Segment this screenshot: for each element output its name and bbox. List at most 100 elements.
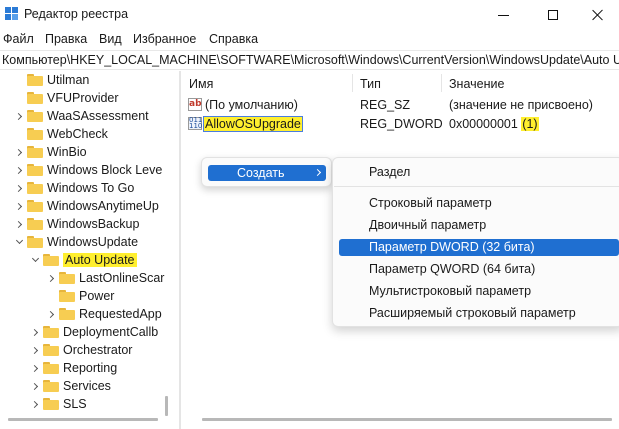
folder-icon xyxy=(27,146,43,158)
tree-item[interactable]: WebCheck xyxy=(15,125,108,143)
column-header-type[interactable]: Тип xyxy=(360,77,381,91)
tree-item[interactable]: Power xyxy=(47,287,114,305)
submenu-item-string[interactable]: Строковый параметр xyxy=(339,195,619,212)
pane-splitter[interactable] xyxy=(179,71,181,429)
submenu-item-label: Двоичный параметр xyxy=(369,218,487,232)
folder-icon xyxy=(27,236,43,248)
value-type: REG_SZ xyxy=(360,98,411,112)
tree-item[interactable]: WaaSAssessment xyxy=(15,107,149,125)
chevron-right-icon[interactable] xyxy=(15,220,24,229)
tree-item-label: Power xyxy=(79,289,115,303)
registry-tree[interactable]: Utilman VFUProvider WaaSAssessment WebCh… xyxy=(0,71,178,429)
minimize-icon xyxy=(497,14,509,16)
create-submenu: Раздел Строковый параметр Двоичный парам… xyxy=(332,157,619,327)
submenu-item-binary[interactable]: Двоичный параметр xyxy=(339,217,619,234)
tree-item[interactable]: Services xyxy=(31,377,111,395)
tree-item[interactable]: WindowsBackup xyxy=(15,215,139,233)
folder-icon xyxy=(43,326,59,338)
folder-icon xyxy=(27,218,43,230)
column-header-value[interactable]: Значение xyxy=(449,77,504,91)
registry-editor-icon xyxy=(5,7,19,21)
tree-item-selected[interactable]: Auto Update xyxy=(31,251,137,269)
tree-item[interactable]: WindowsUpdate xyxy=(15,233,138,251)
tree-item[interactable]: Windows To Go xyxy=(15,179,134,197)
chevron-right-icon[interactable] xyxy=(31,382,40,391)
column-divider[interactable] xyxy=(441,74,442,92)
tree-item[interactable]: DeploymentCallb xyxy=(31,323,158,341)
submenu-item-qword[interactable]: Параметр QWORD (64 бита) xyxy=(339,261,619,278)
chevron-right-icon[interactable] xyxy=(15,202,24,211)
chevron-right-icon[interactable] xyxy=(31,328,40,337)
folder-icon xyxy=(27,164,43,176)
folder-icon xyxy=(59,272,75,284)
tree-item[interactable]: WindowsAnytimeUp xyxy=(15,197,159,215)
chevron-right-icon[interactable] xyxy=(31,346,40,355)
list-horizontal-scrollbar[interactable] xyxy=(202,418,612,421)
chevron-right-icon[interactable] xyxy=(15,166,24,175)
value-name[interactable]: (По умолчанию) xyxy=(205,98,298,112)
value-data: (значение не присвоено) xyxy=(449,98,593,112)
submenu-item-expandable-string[interactable]: Расширяемый строковый параметр xyxy=(339,305,619,322)
close-icon xyxy=(592,9,604,21)
value-data-decimal: (1) xyxy=(521,117,539,131)
tree-item[interactable]: LastOnlineScar xyxy=(47,269,164,287)
create-menu-item[interactable]: Создать xyxy=(208,165,326,181)
tree-item[interactable]: RequestedApp xyxy=(47,305,162,323)
tree-item[interactable]: Reporting xyxy=(31,359,117,377)
menu-view[interactable]: Вид xyxy=(99,32,122,46)
chevron-right-icon[interactable] xyxy=(31,400,40,409)
context-menu: Создать xyxy=(201,157,332,187)
binary-value-icon: 011 110 xyxy=(188,116,203,130)
tree-item-label: Services xyxy=(63,379,111,393)
chevron-down-icon[interactable] xyxy=(31,256,40,265)
submenu-item-key[interactable]: Раздел xyxy=(339,164,619,181)
value-name-selected[interactable]: AllowOSUpgrade xyxy=(203,116,303,132)
menu-edit[interactable]: Правка xyxy=(45,32,87,46)
submenu-item-label: Раздел xyxy=(369,165,411,179)
tree-horizontal-scrollbar[interactable] xyxy=(8,418,158,421)
create-menu-label: Создать xyxy=(237,166,285,180)
chevron-right-icon[interactable] xyxy=(15,112,24,121)
chevron-down-icon[interactable] xyxy=(15,238,24,247)
address-path: Компьютер\HKEY_LOCAL_MACHINE\SOFTWARE\Mi… xyxy=(2,53,619,67)
submenu-item-dword[interactable]: Параметр DWORD (32 бита) xyxy=(339,239,619,256)
tree-item-label: WaaSAssessment xyxy=(47,109,149,123)
tree-item[interactable]: Utilman xyxy=(15,71,89,89)
folder-icon xyxy=(27,200,43,212)
menu-bar: Файл Правка Вид Избранное Справка xyxy=(0,30,619,50)
tree-item-label: WindowsAnytimeUp xyxy=(47,199,159,213)
menu-file[interactable]: Файл xyxy=(3,32,34,46)
menu-help[interactable]: Справка xyxy=(209,32,258,46)
folder-icon xyxy=(43,380,59,392)
maximize-icon xyxy=(548,10,558,20)
address-bar[interactable]: Компьютер\HKEY_LOCAL_MACHINE\SOFTWARE\Mi… xyxy=(0,50,619,70)
chevron-right-icon[interactable] xyxy=(15,148,24,157)
column-divider[interactable] xyxy=(352,74,353,92)
chevron-right-icon xyxy=(313,168,322,177)
tree-item-label: Windows Block Leve xyxy=(47,163,163,177)
close-button[interactable] xyxy=(575,0,619,30)
tree-item-label: WindowsBackup xyxy=(47,217,140,231)
column-header-name[interactable]: Имя xyxy=(189,77,213,91)
maximize-button[interactable] xyxy=(530,0,576,30)
tree-item-label: RequestedApp xyxy=(79,307,162,321)
tree-vertical-scrollbar[interactable] xyxy=(165,396,168,416)
folder-icon xyxy=(27,92,43,104)
tree-item[interactable]: Orchestrator xyxy=(31,341,132,359)
tree-item-label: Utilman xyxy=(47,73,90,87)
tree-item[interactable]: Windows Block Leve xyxy=(15,161,162,179)
submenu-item-label: Параметр DWORD (32 бита) xyxy=(369,240,535,254)
tree-item[interactable]: WinBio xyxy=(15,143,87,161)
tree-item[interactable]: SLS xyxy=(31,395,87,413)
tree-item[interactable]: VFUProvider xyxy=(15,89,119,107)
folder-icon xyxy=(27,110,43,122)
menu-favorites[interactable]: Избранное xyxy=(133,32,196,46)
submenu-item-multistring[interactable]: Мультистроковый параметр xyxy=(339,283,619,300)
chevron-right-icon[interactable] xyxy=(47,310,56,319)
chevron-right-icon[interactable] xyxy=(47,274,56,283)
folder-open-icon xyxy=(43,254,59,266)
chevron-right-icon[interactable] xyxy=(15,184,24,193)
value-data: 0x00000001 (1) xyxy=(449,117,539,131)
chevron-right-icon[interactable] xyxy=(31,364,40,373)
minimize-button[interactable] xyxy=(480,0,526,30)
